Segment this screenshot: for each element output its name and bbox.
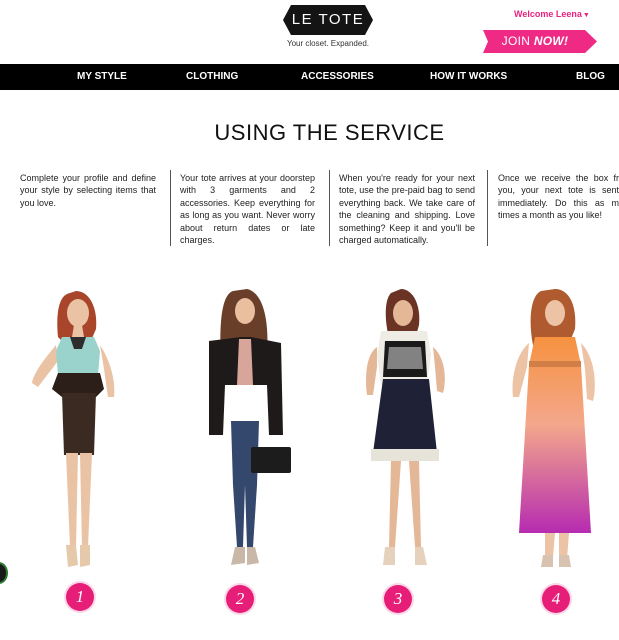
join-now-label: JOIN NOW! [483, 30, 587, 53]
step-3-badge: 3 [384, 585, 412, 613]
logo[interactable]: LE TOTE Your closet. Expanded. [282, 5, 374, 53]
nav-my-style[interactable]: MY STYLE [77, 64, 127, 90]
tagline: Your closet. Expanded. [287, 39, 369, 48]
nav-how-it-works[interactable]: HOW IT WORKS [430, 64, 507, 90]
main-nav: MY STYLE CLOTHING ACCESSORIES HOW IT WOR… [0, 64, 619, 90]
model-photo-3 [366, 289, 445, 565]
logo-badge: LE TOTE [283, 5, 373, 35]
join-prefix: JOIN [501, 34, 531, 48]
column-divider [329, 170, 330, 246]
step-4-text: Once we receive the box fr you, your nex… [498, 173, 619, 221]
step-2-text: Your tote arrives at your doorstep with … [180, 173, 315, 246]
column-divider [487, 170, 488, 246]
step-1-text: Complete your profile and define your st… [20, 173, 156, 208]
step-3-text: When you're ready for your next tote, us… [339, 173, 475, 246]
model-photo-1 [32, 291, 115, 567]
step-4-badge: 4 [542, 585, 570, 613]
nav-clothing[interactable]: CLOTHING [186, 64, 238, 90]
logo-text: LE TOTE [291, 11, 365, 28]
page-title: USING THE SERVICE [214, 120, 445, 145]
step-1-badge: 1 [66, 583, 94, 611]
welcome-menu[interactable]: Welcome Leena▼ [514, 9, 590, 19]
nav-accessories[interactable]: ACCESSORIES [301, 64, 374, 90]
feedback-tab[interactable] [0, 562, 8, 584]
model-photo-4 [512, 289, 595, 567]
column-divider [170, 170, 171, 246]
model-photo-2 [209, 289, 291, 565]
welcome-label: Welcome Leena [514, 9, 582, 19]
nav-blog[interactable]: BLOG [576, 64, 605, 90]
chevron-down-icon: ▼ [582, 12, 590, 19]
step-2-badge: 2 [226, 585, 254, 613]
join-suffix: NOW! [533, 34, 569, 48]
join-now-button[interactable]: JOIN NOW! [483, 30, 597, 53]
